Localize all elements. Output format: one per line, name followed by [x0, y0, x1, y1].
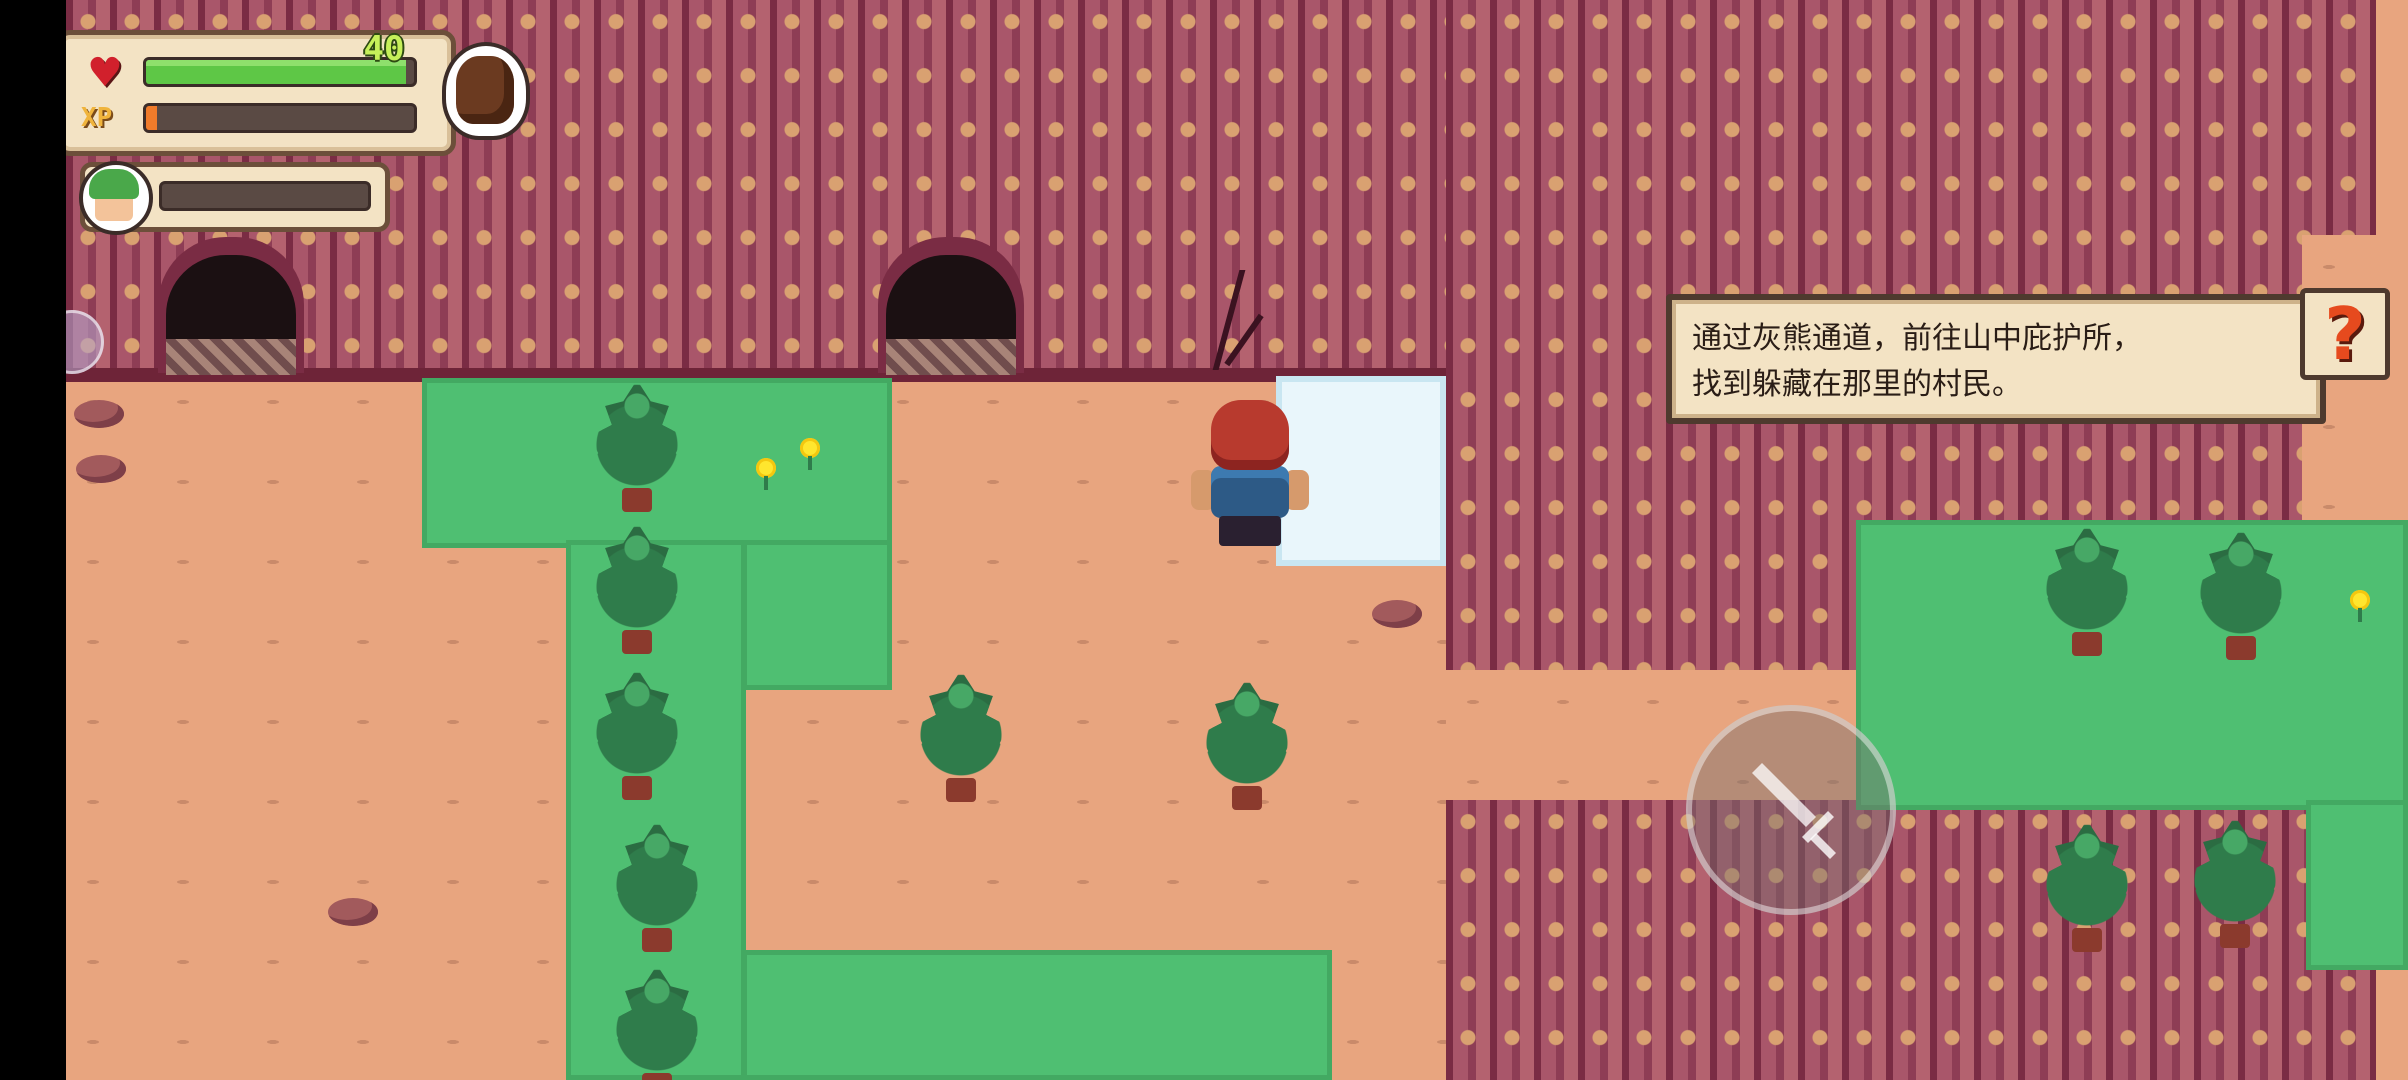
sword-icon [1752, 763, 1836, 859]
pine-tree [2022, 820, 2152, 960]
pine-tree [572, 522, 702, 662]
quest-objective-box: 通过灰熊通道，前往山中庇护所， 找到躲藏在那里的村民。 [1666, 294, 2326, 424]
ally-portrait-icon[interactable] [79, 161, 153, 235]
player-character [1181, 400, 1321, 550]
game-viewport: ♥ XP 40 通过灰熊通道，前往山中庇护所， 找到躲藏在那里的村民。 ? [66, 0, 2408, 1080]
help-button[interactable]: ? [2300, 288, 2390, 380]
yellow-flower [796, 436, 824, 470]
small-rock [76, 455, 126, 483]
quest-text-line: 通过灰熊通道，前往山中庇护所， [1692, 321, 2142, 356]
pine-tree [896, 670, 1026, 810]
yellow-flower [2346, 588, 2374, 622]
grass-patch-bottom [742, 950, 1332, 1080]
small-rock [328, 898, 378, 926]
cave-entrance-left[interactable] [166, 255, 296, 375]
pine-tree [592, 965, 722, 1080]
pine-tree [2022, 524, 2152, 664]
cave-entrance-middle[interactable] [886, 255, 1016, 375]
level-indicator: 40 [363, 29, 405, 69]
pine-tree [1182, 678, 1312, 818]
grass-patch-right-low [2306, 800, 2408, 970]
pine-tree [572, 380, 702, 520]
pine-tree [572, 668, 702, 808]
ally-status-panel [79, 161, 390, 235]
pine-tree [2170, 816, 2300, 956]
ally-health-bar [159, 181, 371, 211]
yellow-flower [752, 456, 780, 490]
xp-bar-fill [146, 106, 157, 130]
heart-icon: ♥ [87, 50, 123, 96]
quest-text-line: 找到躲藏在那里的村民。 [1692, 367, 2022, 402]
bear-portrait-icon[interactable] [442, 42, 530, 140]
grass-patch-mid [742, 540, 892, 690]
xp-icon: XP [81, 103, 113, 133]
small-rock [74, 400, 124, 428]
player-status-panel: ♥ XP 40 [66, 29, 456, 156]
pine-tree [592, 820, 722, 960]
attack-button[interactable] [1686, 705, 1896, 915]
xp-bar [143, 103, 417, 133]
pine-tree [2176, 528, 2306, 668]
small-rock [1372, 600, 1422, 628]
